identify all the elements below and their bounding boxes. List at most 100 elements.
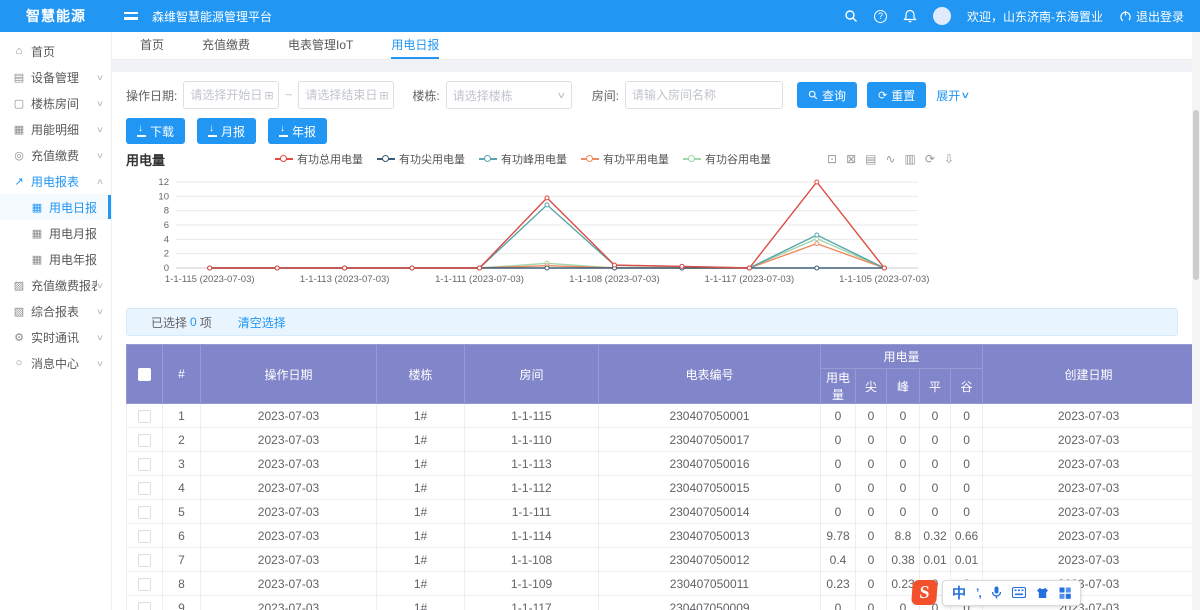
virtual-keyboard-icon[interactable] bbox=[1012, 587, 1026, 598]
sidebar-item-11[interactable]: ⚙ 实时通讯∨ bbox=[0, 324, 111, 350]
sidebar-item-8[interactable]: ▦ 用电年报 bbox=[0, 246, 111, 272]
monthly-report-button[interactable]: 月报 bbox=[197, 118, 256, 144]
row-checkbox[interactable] bbox=[138, 458, 151, 471]
row-checkbox[interactable] bbox=[138, 602, 151, 610]
row-checkbox[interactable] bbox=[138, 578, 151, 591]
skin-icon[interactable] bbox=[1036, 587, 1049, 599]
logout-button[interactable]: 退出登录 bbox=[1119, 8, 1184, 25]
start-date-field[interactable] bbox=[190, 88, 262, 102]
ime-punctuation-icon[interactable]: ’, bbox=[976, 586, 981, 600]
tab-bar: 首页 充值缴费 电表管理IoT 用电日报 bbox=[112, 32, 1200, 60]
row-checkbox[interactable] bbox=[138, 554, 151, 567]
filter-bar: 操作日期: ⊞ ~ ⊞ 楼栋: 请选择楼栋 ∨ 房间: 查询 bbox=[126, 80, 1178, 110]
row-checkbox[interactable] bbox=[138, 530, 151, 543]
sidebar-item-2[interactable]: ▢ 楼栋房间∨ bbox=[0, 90, 111, 116]
row-checkbox[interactable] bbox=[138, 410, 151, 423]
reset-button[interactable]: ⟳ 重置 bbox=[867, 82, 926, 108]
row-select-cell bbox=[127, 524, 163, 548]
svg-text:10: 10 bbox=[158, 191, 169, 202]
tab-0[interactable]: 首页 bbox=[140, 32, 164, 59]
zoom-reset-icon[interactable]: ⊠ bbox=[846, 152, 856, 166]
sidebar-item-label: 用电日报 bbox=[49, 199, 103, 216]
cell: 1# bbox=[377, 500, 465, 524]
cell: 0 bbox=[951, 476, 983, 500]
legend-item-2[interactable]: 有功峰用电量 bbox=[479, 151, 567, 167]
cell: 0 bbox=[856, 452, 887, 476]
selection-count: 0 bbox=[190, 315, 197, 329]
help-icon[interactable]: ? bbox=[874, 10, 887, 23]
table-row: 32023-07-031#1-1-11323040705001600000202… bbox=[127, 452, 1193, 476]
sidebar-item-7[interactable]: ▦ 用电月报 bbox=[0, 220, 111, 246]
building-select[interactable]: 请选择楼栋 ∨ bbox=[446, 81, 572, 109]
sidebar-item-label: 综合报表 bbox=[31, 303, 97, 320]
sidebar-item-0[interactable]: ⌂ 首页 bbox=[0, 38, 111, 64]
download-icon bbox=[137, 126, 146, 137]
scrollbar-thumb[interactable] bbox=[1193, 110, 1199, 280]
cell: 2023-07-03 bbox=[983, 428, 1192, 452]
cell: 2023-07-03 bbox=[983, 548, 1192, 572]
svg-text:1-1-111 (2023-07-03): 1-1-111 (2023-07-03) bbox=[435, 274, 524, 285]
clear-selection-link[interactable]: 清空选择 bbox=[238, 314, 286, 331]
microphone-icon[interactable] bbox=[991, 586, 1002, 599]
cell: 230407050014 bbox=[599, 500, 821, 524]
recharge-icon: ◎ bbox=[12, 149, 26, 162]
restore-icon[interactable]: ⟳ bbox=[925, 152, 935, 166]
row-checkbox[interactable] bbox=[138, 506, 151, 519]
sidebar-item-9[interactable]: ▨ 充值缴费报表∨ bbox=[0, 272, 111, 298]
toolbox-icon[interactable] bbox=[1059, 587, 1071, 599]
cell: 0 bbox=[951, 428, 983, 452]
sidebar-item-12[interactable]: ○ 消息中心∨ bbox=[0, 350, 111, 376]
usage-line-chart[interactable]: 0246810121-1-115 (2023-07-03)1-1-113 (20… bbox=[140, 172, 930, 294]
avatar[interactable] bbox=[933, 7, 951, 25]
svg-text:0: 0 bbox=[164, 263, 169, 274]
download-button[interactable]: 下载 bbox=[126, 118, 185, 144]
room-field[interactable] bbox=[632, 88, 776, 102]
cell: 8 bbox=[163, 572, 201, 596]
end-date-input[interactable]: ⊞ bbox=[298, 81, 394, 109]
yearly-report-button[interactable]: 年报 bbox=[268, 118, 327, 144]
search-icon[interactable] bbox=[844, 9, 858, 23]
cell: 0 bbox=[887, 428, 920, 452]
legend-item-0[interactable]: 有功总用电量 bbox=[275, 151, 363, 167]
sidebar-item-label: 用电年报 bbox=[49, 251, 103, 268]
room-input[interactable] bbox=[625, 81, 783, 109]
welcome-text: 欢迎，山东济南-东海置业 bbox=[967, 8, 1103, 25]
sidebar-item-6[interactable]: ▦ 用电日报 bbox=[0, 194, 111, 220]
legend-item-3[interactable]: 有功平用电量 bbox=[581, 151, 669, 167]
select-all-checkbox[interactable] bbox=[138, 368, 151, 381]
tab-2[interactable]: 电表管理IoT bbox=[288, 32, 353, 59]
bar-chart-icon[interactable]: ▥ bbox=[905, 152, 916, 166]
legend-item-4[interactable]: 有功谷用电量 bbox=[683, 151, 771, 167]
chevron-icon: ∨ bbox=[96, 125, 104, 134]
search-button[interactable]: 查询 bbox=[797, 82, 857, 108]
sidebar-item-4[interactable]: ◎ 充值缴费∨ bbox=[0, 142, 111, 168]
line-chart-icon[interactable]: ∿ bbox=[885, 152, 895, 166]
expand-link[interactable]: 展开 ∨ bbox=[936, 87, 969, 104]
sogou-logo-icon[interactable]: S bbox=[911, 580, 938, 605]
tab-3[interactable]: 用电日报 bbox=[391, 32, 439, 59]
cell: 2023-07-03 bbox=[201, 404, 377, 428]
row-checkbox[interactable] bbox=[138, 434, 151, 447]
start-date-input[interactable]: ⊞ bbox=[183, 81, 279, 109]
legend-item-1[interactable]: 有功尖用电量 bbox=[377, 151, 465, 167]
zoom-select-icon[interactable]: ⊡ bbox=[827, 152, 837, 166]
sidebar-item-5[interactable]: ↗ 用电报表∧ bbox=[0, 168, 111, 194]
save-image-icon[interactable]: ⇩ bbox=[944, 152, 954, 166]
row-checkbox[interactable] bbox=[138, 482, 151, 495]
sidebar-item-3[interactable]: ▦ 用能明细∨ bbox=[0, 116, 111, 142]
cell: 230407050016 bbox=[599, 452, 821, 476]
chart-toolbar: ⊡ ⊠ ▤ ∿ ▥ ⟳ ⇩ bbox=[827, 152, 954, 166]
data-view-icon[interactable]: ▤ bbox=[865, 152, 876, 166]
sidebar-item-label: 楼栋房间 bbox=[31, 95, 97, 112]
sidebar-item-10[interactable]: ▧ 综合报表∨ bbox=[0, 298, 111, 324]
col-sharp: 尖 bbox=[856, 369, 887, 404]
end-date-field[interactable] bbox=[305, 88, 377, 102]
tab-1[interactable]: 充值缴费 bbox=[202, 32, 250, 59]
page-scrollbar[interactable] bbox=[1192, 32, 1200, 610]
monthly-report-icon: ▦ bbox=[30, 227, 44, 240]
ime-chinese-mode-icon[interactable]: 中 bbox=[952, 583, 966, 603]
chart-header: 用电量 有功总用电量 有功尖用电量 有功峰用电量 有功平用电量 有功谷用电量 ⊡… bbox=[126, 150, 954, 168]
sidebar-collapse-icon[interactable] bbox=[124, 12, 138, 20]
sidebar-item-1[interactable]: ▤ 设备管理∨ bbox=[0, 64, 111, 90]
bell-icon[interactable] bbox=[903, 9, 917, 23]
